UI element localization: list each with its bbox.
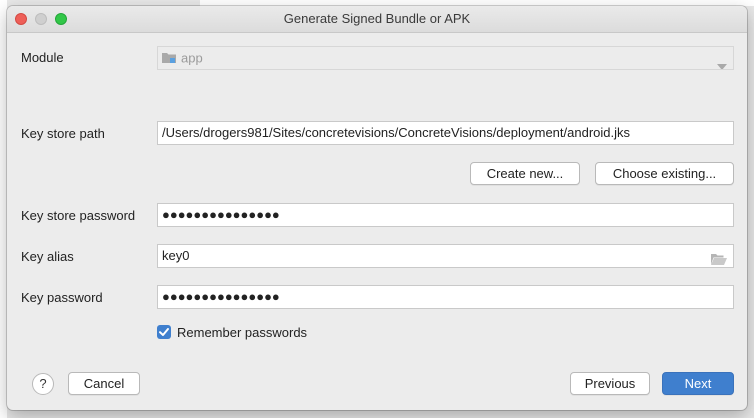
cancel-button[interactable]: Cancel (68, 372, 140, 395)
key-password-label: Key password (21, 290, 103, 305)
keystore-password-field[interactable]: ●●●●●●●●●●●●●●● (157, 203, 734, 227)
keystore-path-field[interactable]: /Users/drogers981/Sites/concretevisions/… (157, 121, 734, 145)
module-label: Module (21, 50, 64, 65)
window-title: Generate Signed Bundle or APK (283, 11, 471, 26)
module-folder-icon (162, 48, 176, 69)
title-bar: Generate Signed Bundle or APK (7, 6, 747, 33)
help-button[interactable]: ? (32, 373, 54, 395)
next-button[interactable]: Next (662, 372, 734, 395)
key-alias-value: key0 (162, 248, 190, 263)
keystore-password-label: Key store password (21, 208, 136, 223)
key-alias-field[interactable]: key0 (157, 244, 734, 268)
checkmark-icon (159, 328, 169, 336)
module-value: app (181, 50, 203, 66)
key-alias-label: Key alias (21, 249, 74, 264)
dialog-window: Generate Signed Bundle or APK Module app… (7, 6, 747, 410)
background-panel-left (0, 0, 7, 418)
remember-passwords-label[interactable]: Remember passwords (177, 325, 307, 340)
choose-existing-button[interactable]: Choose existing... (595, 162, 734, 185)
keystore-path-label: Key store path (21, 126, 105, 141)
chevron-down-icon (717, 55, 727, 69)
create-new-button[interactable]: Create new... (470, 162, 580, 185)
folder-open-icon[interactable] (711, 250, 727, 267)
key-password-field[interactable]: ●●●●●●●●●●●●●●● (157, 285, 734, 309)
module-select[interactable]: app (157, 46, 734, 70)
remember-passwords-checkbox[interactable] (157, 325, 171, 339)
previous-button[interactable]: Previous (570, 372, 650, 395)
